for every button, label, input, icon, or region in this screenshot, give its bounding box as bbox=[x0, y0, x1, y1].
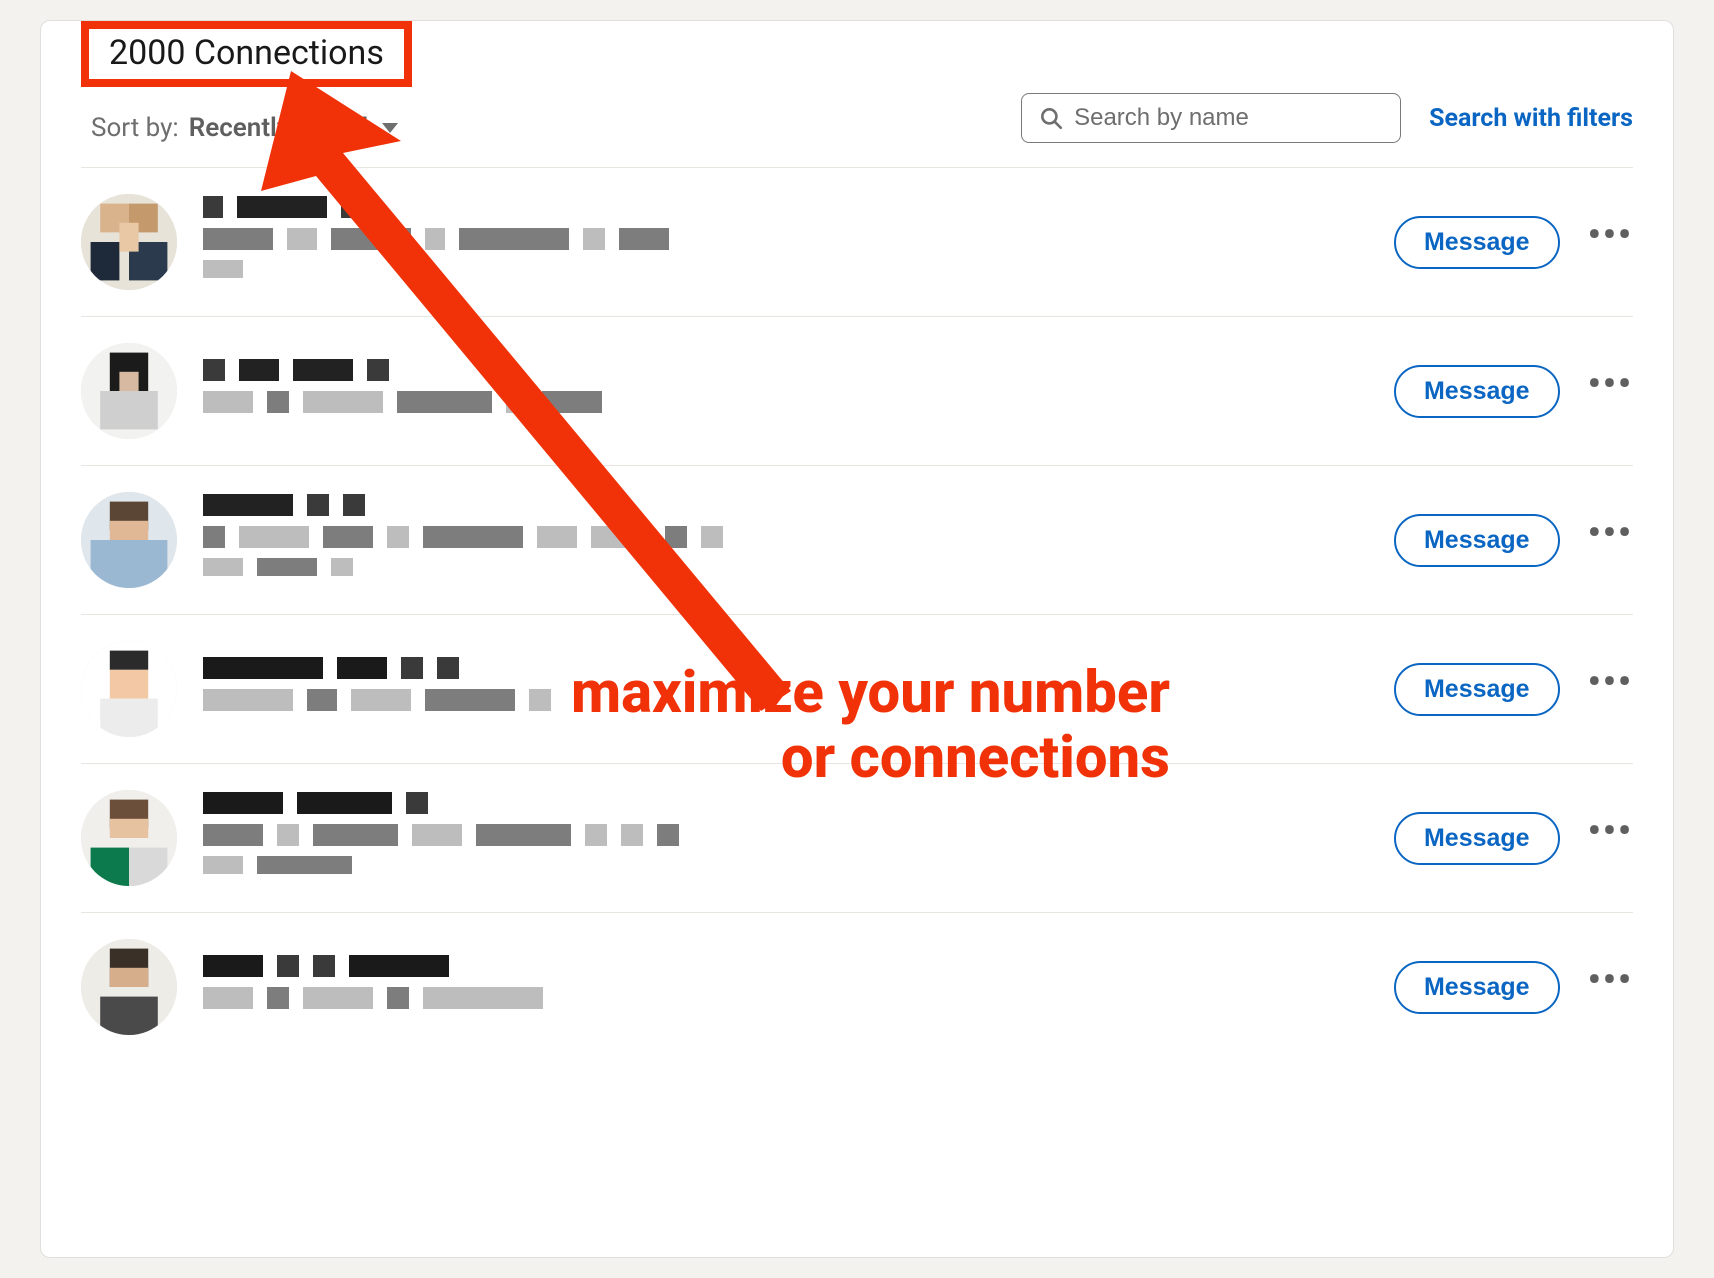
avatar[interactable] bbox=[81, 343, 177, 439]
sort-label: Sort by: bbox=[91, 113, 179, 143]
connection-row: Message ••• bbox=[81, 316, 1633, 465]
panel-header: 2000 Connections Sort by: Recently added… bbox=[81, 21, 1633, 167]
message-button[interactable]: Message bbox=[1394, 216, 1560, 269]
connection-row: Message ••• bbox=[81, 763, 1633, 912]
sort-value-text: Recently added bbox=[189, 113, 368, 143]
avatar[interactable] bbox=[81, 790, 177, 886]
more-options-icon[interactable]: ••• bbox=[1588, 526, 1633, 554]
sort-control: Sort by: Recently added bbox=[91, 113, 398, 143]
row-actions: Message ••• bbox=[1394, 663, 1633, 716]
connection-info bbox=[203, 792, 1394, 884]
avatar[interactable] bbox=[81, 492, 177, 588]
row-actions: Message ••• bbox=[1394, 961, 1633, 1014]
connection-info bbox=[203, 494, 1394, 586]
message-button[interactable]: Message bbox=[1394, 663, 1560, 716]
connection-info bbox=[203, 955, 1394, 1019]
message-button[interactable]: Message bbox=[1394, 514, 1560, 567]
caret-down-icon bbox=[382, 123, 398, 133]
more-options-icon[interactable]: ••• bbox=[1588, 973, 1633, 1001]
more-options-icon[interactable]: ••• bbox=[1588, 675, 1633, 703]
connection-info bbox=[203, 196, 1394, 288]
message-button[interactable]: Message bbox=[1394, 961, 1560, 1014]
connection-row: Message ••• bbox=[81, 167, 1633, 316]
more-options-icon[interactable]: ••• bbox=[1588, 377, 1633, 405]
connections-list: Message ••• bbox=[81, 167, 1633, 1061]
avatar[interactable] bbox=[81, 194, 177, 290]
search-area: Search with filters bbox=[1021, 93, 1633, 143]
more-options-icon[interactable]: ••• bbox=[1588, 228, 1633, 256]
connection-row: Message ••• bbox=[81, 465, 1633, 614]
row-actions: Message ••• bbox=[1394, 514, 1633, 567]
connection-row: Message ••• bbox=[81, 614, 1633, 763]
search-with-filters-link[interactable]: Search with filters bbox=[1429, 104, 1633, 133]
row-actions: Message ••• bbox=[1394, 812, 1633, 865]
search-icon bbox=[1038, 105, 1064, 131]
row-actions: Message ••• bbox=[1394, 365, 1633, 418]
connections-panel: 2000 Connections Sort by: Recently added… bbox=[40, 20, 1674, 1258]
search-box[interactable] bbox=[1021, 93, 1401, 143]
avatar[interactable] bbox=[81, 939, 177, 1035]
message-button[interactable]: Message bbox=[1394, 812, 1560, 865]
search-input[interactable] bbox=[1074, 104, 1384, 132]
connection-info bbox=[203, 657, 1394, 721]
connection-info bbox=[203, 359, 1394, 423]
row-actions: Message ••• bbox=[1394, 216, 1633, 269]
connections-count-title: 2000 Connections bbox=[81, 21, 412, 87]
more-options-icon[interactable]: ••• bbox=[1588, 824, 1633, 852]
message-button[interactable]: Message bbox=[1394, 365, 1560, 418]
connection-row: Message ••• bbox=[81, 912, 1633, 1061]
sort-dropdown[interactable]: Recently added bbox=[189, 113, 398, 143]
avatar[interactable] bbox=[81, 641, 177, 737]
